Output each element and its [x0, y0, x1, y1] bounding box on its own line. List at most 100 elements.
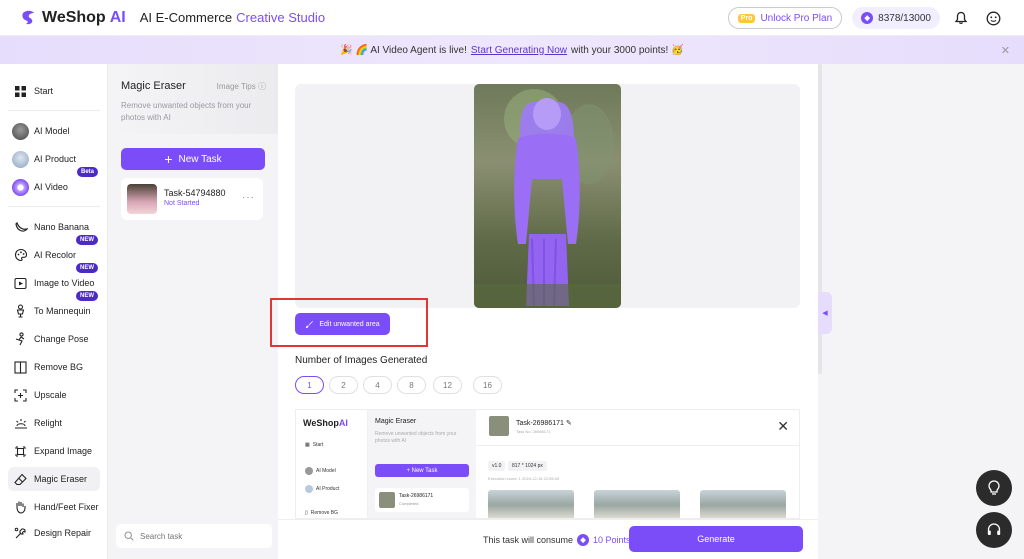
new-badge: NEW: [76, 235, 98, 245]
count-option-12[interactable]: 12: [433, 376, 462, 394]
count-option-2[interactable]: 2: [329, 376, 358, 394]
unlock-pro-button[interactable]: Pro Unlock Pro Plan: [727, 7, 843, 29]
weshop-logo[interactable]: WeShop AI: [20, 9, 126, 27]
images-count-label: Number of Images Generated: [295, 355, 428, 366]
ai-video-avatar-icon: [12, 178, 29, 196]
uploaded-photo: [474, 84, 621, 308]
sidebar-item-start[interactable]: Start: [8, 79, 100, 103]
banner-text-after: with your 3000 points! 🥳: [571, 44, 684, 56]
banner-link[interactable]: Start Generating Now: [471, 45, 567, 56]
image-tips-link[interactable]: Image Tips ⓘ: [217, 81, 266, 92]
sidebar-item-label: Hand/Feet Fixer: [34, 502, 99, 512]
example-header-thumb: [489, 416, 509, 436]
video-frame-icon: [12, 275, 29, 292]
search-input[interactable]: [140, 531, 260, 541]
sidebar-item-ai-model[interactable]: AI Model: [8, 119, 100, 143]
example-close-icon: ✕: [777, 418, 789, 434]
more-options-icon[interactable]: ···: [242, 192, 255, 203]
sidebar-item-expand-image[interactable]: Expand Image: [8, 439, 100, 463]
support-headset-button[interactable]: [976, 512, 1012, 548]
sidebar-item-change-pose[interactable]: Change Pose: [8, 327, 100, 351]
pose-icon: [12, 331, 29, 348]
new-task-button[interactable]: + New Task: [121, 148, 265, 170]
eraser-icon: [12, 471, 29, 488]
beta-badge: Beta: [76, 167, 98, 177]
banana-icon: [12, 219, 29, 236]
count-option-8[interactable]: 8: [397, 376, 426, 394]
close-icon[interactable]: ✕: [1001, 44, 1010, 57]
points-coin-icon: ◆: [577, 534, 590, 546]
points-balance[interactable]: ◆ 8378/13000: [852, 7, 940, 29]
sidebar-item-label: AI Product: [34, 154, 77, 164]
task-name: Task-54794880: [164, 188, 226, 198]
sidebar-item-label: Design Repair: [34, 528, 92, 538]
example-logo: WeShopAI: [303, 418, 348, 428]
logo-text: WeShop: [42, 8, 106, 26]
new-badge: NEW: [76, 291, 98, 301]
user-avatar-icon[interactable]: [982, 7, 1004, 29]
sidebar-item-magic-eraser[interactable]: Magic Eraser: [8, 467, 100, 491]
example-nav-start: ▦ Start: [305, 442, 323, 448]
sidebar-item-ai-video[interactable]: AI Video Beta: [8, 167, 100, 199]
example-task-no: Task No. 26986171: [516, 429, 551, 434]
lightbulb-icon: [988, 480, 1000, 495]
consume-text: This task will consume: [483, 535, 574, 545]
palette-icon: [12, 247, 29, 264]
panel-title: Magic Eraser: [121, 80, 186, 92]
panel-description: Remove unwanted objects from your photos…: [121, 101, 252, 122]
sidebar-item-label: Magic Eraser: [34, 474, 88, 484]
plus-icon: +: [164, 151, 173, 167]
help-circle-icon: ⓘ: [255, 82, 266, 91]
example-nav-start-label: Start: [312, 442, 324, 448]
task-card[interactable]: Task-54794880 Not Started ···: [121, 178, 263, 220]
sidebar-item-design-repair[interactable]: Design Repair: [8, 521, 100, 545]
points-value: 8378/13000: [878, 12, 931, 24]
example-sidebar: WeShopAI ▦ Start AI Model AI Product ▯ Rem…: [296, 410, 368, 518]
sidebar-item-to-mannequin[interactable]: To Mannequin NEW: [8, 291, 100, 323]
example-avatar-icon: [305, 467, 313, 475]
example-task-card: Task-26986171 Completed: [375, 488, 469, 512]
lightbulb-tips-button[interactable]: [976, 470, 1012, 506]
sidebar-item-relight[interactable]: Relight: [8, 411, 100, 435]
example-panel: Magic Eraser Remove unwanted objects fro…: [368, 410, 476, 518]
search-task-box[interactable]: [116, 524, 272, 548]
search-icon: [124, 531, 134, 541]
example-logo-ai: AI: [338, 418, 348, 428]
generate-button[interactable]: Generate: [629, 526, 803, 552]
sidebar-item-hand-feet-fixer[interactable]: Hand/Feet Fixer: [8, 495, 100, 519]
new-task-label: New Task: [178, 153, 222, 165]
example-version-chip: v1.0: [488, 461, 506, 471]
notification-bell-icon[interactable]: [950, 7, 972, 29]
count-option-4[interactable]: 4: [363, 376, 392, 394]
example-content: Task-26986171 ✎ Task No. 26986171 ✕ v1.0…: [476, 410, 799, 518]
example-remove-bg-icon: ▯: [305, 510, 308, 516]
banner-text-before: 🎉 🌈 AI Video Agent is live!: [340, 44, 467, 56]
mannequin-icon: [12, 303, 29, 320]
image-tips-label: Image Tips: [216, 82, 256, 91]
app-title: AI E-Commerce Creative Studio: [140, 10, 325, 25]
app-title-main: AI E-Commerce: [139, 10, 233, 25]
example-result-image: [488, 490, 574, 518]
sidebar-item-remove-bg[interactable]: Remove BG: [8, 355, 100, 379]
hand-icon: [12, 499, 29, 516]
example-avatar-icon: [305, 485, 313, 493]
ai-model-avatar-icon: [12, 122, 29, 140]
wrench-icon: [12, 525, 29, 542]
example-nav-ai-model: AI Model: [305, 467, 336, 475]
example-nav-ai-product: AI Product: [305, 485, 339, 493]
example-header-task: Task-26986171 ✎: [516, 419, 572, 427]
sidebar-item-label: Relight: [34, 418, 63, 428]
example-new-task: + New Task: [375, 464, 469, 477]
sidebar-item-label: Image to Video: [34, 278, 95, 288]
example-task-thumb: [379, 492, 395, 508]
task-status: Not Started: [164, 200, 200, 207]
example-nav-ai-model-label: AI Model: [316, 468, 336, 474]
sidebar-item-upscale[interactable]: Upscale: [8, 383, 100, 407]
image-preview-area[interactable]: [295, 84, 800, 308]
count-option-1[interactable]: 1: [295, 376, 324, 394]
sidebar-nav: Start AI Model AI Product AI Video Beta …: [0, 64, 108, 559]
generate-footer: This task will consume ◆ 10 Points Gener…: [278, 519, 818, 559]
collapse-panel-tab[interactable]: ◀: [818, 292, 832, 334]
logo-ai: AI: [109, 8, 126, 26]
count-option-16[interactable]: 16: [473, 376, 502, 394]
